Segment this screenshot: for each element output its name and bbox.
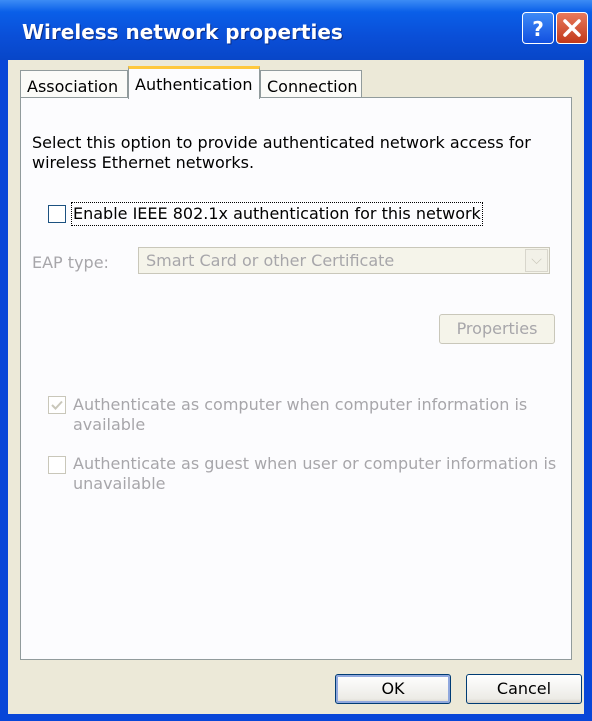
close-icon [563, 19, 581, 37]
auth-as-guest-label-line-2[interactable]: unavailable [73, 474, 166, 494]
chevron-down-icon[interactable]: ⌵ [525, 249, 548, 272]
tab-label: Association [27, 77, 119, 96]
tab-authentication[interactable]: Authentication [128, 66, 260, 99]
title-bar[interactable]: Wireless network properties ? [0, 0, 592, 60]
enable-8021x-label[interactable]: Enable IEEE 802.1x authentication for th… [71, 202, 483, 226]
auth-as-guest-label-line-1[interactable]: Authenticate as guest when user or compu… [73, 454, 556, 474]
dialog-window: Wireless network properties ? Associatio… [0, 0, 592, 721]
ok-button[interactable]: OK [335, 674, 451, 704]
eap-type-label: EAP type: [32, 253, 109, 272]
auth-as-guest-checkbox[interactable] [48, 456, 66, 474]
cancel-button[interactable]: Cancel [466, 674, 582, 704]
properties-button[interactable]: Properties [439, 314, 555, 344]
close-button[interactable] [556, 12, 588, 44]
eap-type-value: Smart Card or other Certificate [146, 251, 395, 270]
enable-8021x-checkbox[interactable] [48, 205, 66, 223]
auth-as-computer-checkbox[interactable] [48, 396, 66, 414]
window-title: Wireless network properties [22, 20, 343, 44]
eap-type-select[interactable]: Smart Card or other Certificate ⌵ [138, 247, 550, 274]
tab-connection[interactable]: Connection [260, 70, 362, 98]
tab-association[interactable]: Association [20, 70, 128, 98]
checkmark-icon [51, 400, 63, 410]
auth-as-computer-label[interactable]: Authenticate as computer when computer i… [73, 395, 571, 435]
tab-label: Connection [267, 77, 358, 96]
svg-text:?: ? [532, 17, 544, 41]
dialog-client-area: Association Authentication Connection Se… [8, 60, 584, 714]
tab-label: Authentication [135, 75, 253, 94]
help-button[interactable]: ? [522, 12, 554, 44]
description-line-1: Select this option to provide authentica… [32, 133, 531, 152]
help-icon: ? [532, 17, 544, 41]
description-line-2: wireless Ethernet networks. [32, 153, 255, 172]
authentication-panel: Select this option to provide authentica… [20, 97, 572, 660]
